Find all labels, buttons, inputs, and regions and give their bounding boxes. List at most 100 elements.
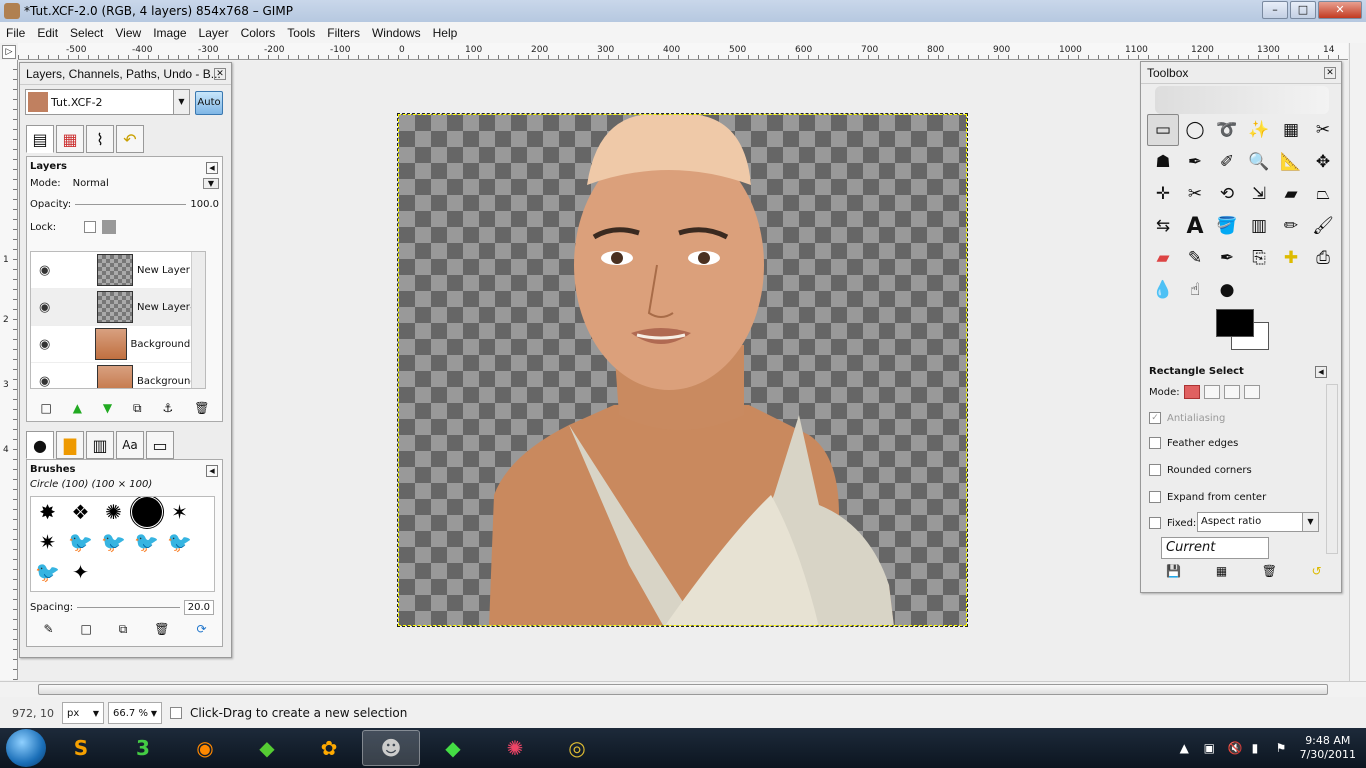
foreground-color-swatch[interactable] bbox=[1216, 309, 1254, 337]
color-picker-tool-icon[interactable]: ✐ bbox=[1211, 146, 1243, 178]
scissors-tool-icon[interactable]: ✂ bbox=[1307, 114, 1339, 146]
crop-tool-icon[interactable]: ✂ bbox=[1179, 178, 1211, 210]
clock[interactable]: 9:48 AM 7/30/2011 bbox=[1300, 734, 1356, 762]
layer-row[interactable]: ◉ New Layer bbox=[31, 252, 205, 289]
spacing-value[interactable]: 20.0 bbox=[183, 600, 214, 615]
menu-edit[interactable]: Edit bbox=[31, 26, 64, 40]
eye-icon[interactable]: ◉ bbox=[39, 300, 59, 315]
brush-item[interactable]: 🐦 bbox=[97, 527, 130, 557]
panel-menu-icon[interactable]: ◀ bbox=[206, 162, 218, 174]
delete-brush-icon[interactable]: 🗑 bbox=[154, 622, 169, 637]
text-tool-icon[interactable]: A bbox=[1179, 210, 1211, 242]
measure-tool-icon[interactable]: 📐 bbox=[1275, 146, 1307, 178]
rounded-checkbox[interactable] bbox=[1149, 464, 1161, 476]
zoom-select[interactable]: 66.7 % ▼ bbox=[108, 702, 162, 724]
tab-undo[interactable]: ↶ bbox=[116, 125, 144, 153]
foreground-select-tool-icon[interactable]: ☗ bbox=[1147, 146, 1179, 178]
wilber-drop-area[interactable] bbox=[1155, 86, 1329, 114]
menu-layer[interactable]: Layer bbox=[193, 26, 235, 40]
auto-button[interactable]: Auto bbox=[195, 91, 223, 115]
ink-tool-icon[interactable]: ✒ bbox=[1211, 242, 1243, 274]
taskbar-app-s[interactable]: S bbox=[52, 730, 110, 766]
close-icon[interactable]: ✕ bbox=[214, 68, 226, 80]
action-center-flag-icon[interactable]: ⚑ bbox=[1276, 741, 1290, 755]
brush-item[interactable]: 🐦 bbox=[163, 527, 196, 557]
airbrush-tool-icon[interactable]: ✎ bbox=[1179, 242, 1211, 274]
menu-view[interactable]: View bbox=[109, 26, 147, 40]
eye-icon[interactable]: ◉ bbox=[39, 337, 57, 352]
taskbar-app-sims3[interactable]: ◆ bbox=[424, 730, 482, 766]
scale-tool-icon[interactable]: ⇲ bbox=[1243, 178, 1275, 210]
brush-grid[interactable]: ✸ ❖ ✺ ✶ ✷ 🐦 🐦 🐦 🐦 🐦 ✦ bbox=[30, 496, 215, 592]
taskbar-app-picasa[interactable]: ✺ bbox=[486, 730, 544, 766]
blend-tool-icon[interactable]: ▥ bbox=[1243, 210, 1275, 242]
image-selector[interactable]: Tut.XCF-2 ▼ bbox=[25, 89, 190, 115]
zoom-tool-icon[interactable]: 🔍 bbox=[1243, 146, 1275, 178]
opacity-slider[interactable] bbox=[75, 204, 187, 205]
subtract-mode-button[interactable] bbox=[1223, 385, 1240, 399]
layer-row[interactable]: ◉ Background bbox=[31, 363, 205, 389]
save-options-icon[interactable]: 💾 bbox=[1166, 564, 1181, 578]
fixed-select[interactable]: Aspect ratio ▼ bbox=[1197, 512, 1319, 532]
taskbar-app-blender[interactable]: ◉ bbox=[176, 730, 234, 766]
duplicate-brush-icon[interactable]: ⧉ bbox=[119, 622, 128, 637]
brush-item[interactable]: 🐦 bbox=[64, 527, 97, 557]
new-layer-icon[interactable]: □ bbox=[40, 401, 51, 416]
layers-scrollbar[interactable] bbox=[191, 252, 205, 388]
paintbrush-tool-icon[interactable]: 🖌 bbox=[1307, 210, 1339, 242]
close-button[interactable]: ✕ bbox=[1318, 1, 1362, 19]
volume-muted-icon[interactable]: 🔇 bbox=[1228, 741, 1243, 755]
reset-options-icon[interactable]: ↺ bbox=[1312, 564, 1322, 578]
ellipse-select-tool-icon[interactable]: ◯ bbox=[1179, 114, 1211, 146]
tab-layers[interactable]: ▤ bbox=[26, 125, 54, 153]
select-by-color-tool-icon[interactable]: ▦ bbox=[1275, 114, 1307, 146]
menu-colors[interactable]: Colors bbox=[235, 26, 282, 40]
vertical-ruler[interactable]: 1 2 3 4 bbox=[0, 60, 18, 680]
current-entry[interactable]: Current bbox=[1161, 537, 1269, 559]
blur-tool-icon[interactable]: 💧 bbox=[1147, 274, 1179, 306]
opacity-value[interactable]: 100.0 bbox=[190, 199, 219, 210]
align-tool-icon[interactable]: ✛ bbox=[1147, 178, 1179, 210]
taskbar-app-sims[interactable]: ◆ bbox=[238, 730, 296, 766]
edit-brush-icon[interactable]: ✎ bbox=[43, 622, 53, 637]
tab-channels[interactable]: ▦ bbox=[56, 125, 84, 153]
spacing-slider[interactable] bbox=[77, 607, 180, 608]
lasso-tool-icon[interactable]: ➰ bbox=[1211, 114, 1243, 146]
refresh-brushes-icon[interactable]: ⟳ bbox=[196, 622, 206, 637]
duplicate-layer-icon[interactable]: ⧉ bbox=[133, 401, 142, 416]
intersect-mode-button[interactable] bbox=[1243, 385, 1260, 399]
restore-options-icon[interactable]: ▦ bbox=[1216, 564, 1227, 578]
raise-layer-icon[interactable]: ▲ bbox=[73, 401, 82, 416]
expand-checkbox[interactable] bbox=[1149, 491, 1161, 503]
menu-help[interactable]: Help bbox=[427, 26, 464, 40]
menu-select[interactable]: Select bbox=[64, 26, 109, 40]
minimize-button[interactable]: – bbox=[1262, 1, 1288, 19]
taskbar-app-3[interactable]: 3 bbox=[114, 730, 172, 766]
layer-row[interactable]: ◉ New Layer#1 bbox=[31, 289, 205, 326]
lower-layer-icon[interactable]: ▼ bbox=[103, 401, 112, 416]
fuzzy-select-tool-icon[interactable]: ✨ bbox=[1243, 114, 1275, 146]
perspective-clone-tool-icon[interactable]: ⎙ bbox=[1307, 242, 1339, 274]
brush-item-circle[interactable] bbox=[129, 497, 164, 529]
brush-item[interactable]: ✦ bbox=[64, 557, 97, 587]
pencil-tool-icon[interactable]: ✏ bbox=[1275, 210, 1307, 242]
replace-mode-button[interactable] bbox=[1183, 385, 1200, 399]
start-button[interactable] bbox=[6, 729, 46, 767]
clone-tool-icon[interactable]: ⎘ bbox=[1243, 242, 1275, 274]
layer-row[interactable]: ◉ Background co bbox=[31, 326, 205, 363]
eye-icon[interactable]: ◉ bbox=[39, 374, 59, 389]
shear-tool-icon[interactable]: ▰ bbox=[1275, 178, 1307, 210]
rotate-tool-icon[interactable]: ⟲ bbox=[1211, 178, 1243, 210]
brush-item[interactable]: ✺ bbox=[97, 497, 130, 527]
chevron-down-icon[interactable]: ▼ bbox=[203, 178, 219, 189]
brush-item[interactable]: ✷ bbox=[31, 527, 64, 557]
chevron-down-icon[interactable]: ▼ bbox=[173, 90, 189, 114]
close-icon[interactable]: ✕ bbox=[1324, 67, 1336, 79]
unit-select[interactable]: px ▼ bbox=[62, 702, 104, 724]
tab-brushes[interactable]: ● bbox=[26, 431, 54, 459]
dodge-burn-tool-icon[interactable]: ● bbox=[1211, 274, 1243, 306]
menu-windows[interactable]: Windows bbox=[366, 26, 427, 40]
brush-item[interactable]: 🐦 bbox=[31, 557, 64, 587]
move-tool-icon[interactable]: ✥ bbox=[1307, 146, 1339, 178]
flip-tool-icon[interactable]: ⇆ bbox=[1147, 210, 1179, 242]
